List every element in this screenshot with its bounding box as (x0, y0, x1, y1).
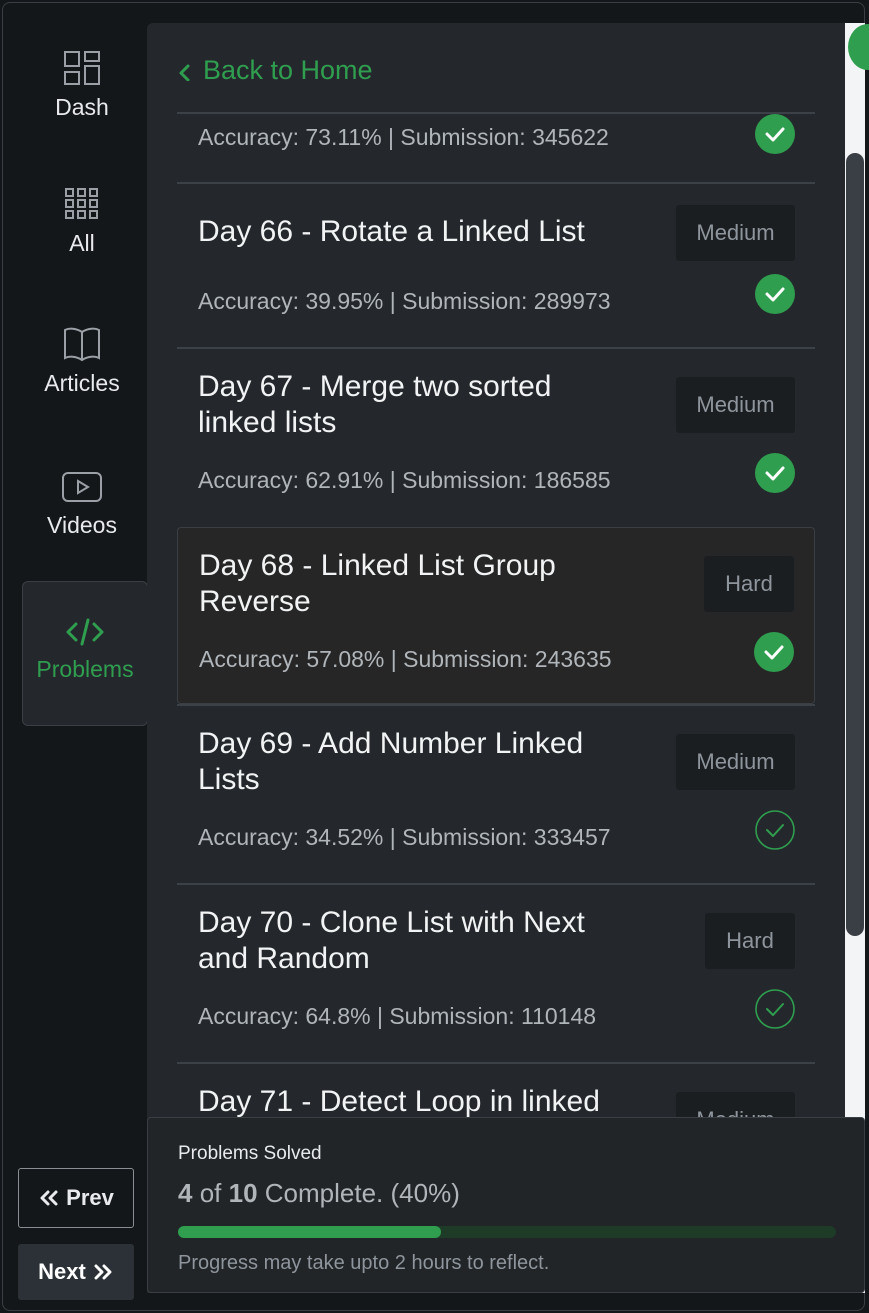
check-outline-icon (755, 810, 795, 850)
problem-title: Day 70 - Clone List with Next and Random (198, 906, 585, 975)
nav-dash-label: Dash (55, 94, 109, 120)
scrollbar-thumb[interactable] (846, 153, 864, 936)
problem-title: Day 67 - Merge two sorted linked lists (198, 370, 552, 439)
check-filled-icon (754, 632, 794, 672)
problem-item-active[interactable]: Day 68 - Linked List Group Reverse Hard … (177, 527, 815, 704)
problem-item[interactable]: Day 69 - Add Number Linked Lists Medium … (177, 706, 815, 883)
prev-button-label: Prev (66, 1185, 114, 1210)
progress-note: Progress may take upto 2 hours to reflec… (178, 1252, 550, 1274)
progress-card: Problems Solved 4 of 10 Complete. (40%) … (147, 1117, 865, 1293)
problem-title: Day 71 - Detect Loop in linked (198, 1085, 600, 1117)
progress-count: 4 of 10 Complete. (40%) (178, 1178, 460, 1209)
nav-articles-label: Articles (44, 370, 120, 396)
nav-articles[interactable]: Articles (18, 326, 146, 436)
double-chevron-right-icon (94, 1264, 112, 1280)
prev-button[interactable]: Prev (18, 1168, 134, 1228)
nav-videos[interactable]: Videos (18, 470, 146, 580)
problem-meta: Accuracy: 62.91% | Submission: 186585 (198, 467, 611, 493)
nav-all-label: All (69, 230, 95, 256)
double-chevron-left-icon (40, 1190, 58, 1206)
problem-meta: Accuracy: 39.95% | Submission: 289973 (198, 288, 611, 314)
total-count: 10 (228, 1178, 258, 1208)
problem-meta: Accuracy: 34.52% | Submission: 333457 (198, 824, 611, 850)
difficulty-badge: Medium (676, 205, 795, 261)
difficulty-badge: Medium (676, 734, 795, 790)
difficulty-badge: Medium (676, 1092, 795, 1117)
back-to-home-link[interactable]: Back to Home (177, 55, 373, 86)
difficulty-badge: Medium (676, 377, 795, 433)
progress-bar-fill (178, 1226, 442, 1238)
chevron-left-icon (179, 64, 190, 81)
progress-label: Problems Solved (178, 1143, 322, 1164)
book-icon (64, 327, 100, 362)
difficulty-badge: Hard (704, 556, 794, 612)
progress-bar (178, 1226, 836, 1238)
dashboard-icon (64, 51, 100, 85)
check-filled-icon (755, 274, 795, 314)
problem-item[interactable]: Day 70 - Clone List with Next and Random… (177, 885, 815, 1062)
check-outline-icon (755, 989, 795, 1029)
nav-videos-label: Videos (47, 512, 117, 538)
video-play-icon (62, 472, 102, 502)
nav-problems[interactable]: Problems (22, 581, 148, 726)
problem-title: Day 68 - Linked List Group Reverse (199, 549, 556, 618)
check-filled-icon (755, 114, 795, 154)
difficulty-badge: Hard (705, 913, 795, 969)
problem-meta: Accuracy: 57.08% | Submission: 243635 (199, 646, 612, 672)
nav-dash[interactable]: Dash (18, 50, 146, 160)
solved-count: 4 (178, 1178, 193, 1208)
next-button-label: Next (38, 1259, 86, 1284)
progress-of: of (199, 1178, 222, 1208)
grid-icon (65, 188, 98, 219)
problem-meta: Accuracy: 73.11% | Submission: 345622 (198, 124, 609, 150)
problem-item[interactable]: Day 66 - Rotate a Linked List Medium Acc… (177, 184, 815, 347)
back-link-label: Back to Home (203, 55, 373, 85)
problem-title: Day 66 - Rotate a Linked List (198, 215, 585, 248)
problem-item[interactable]: Day 71 - Detect Loop in linked Medium (177, 1064, 815, 1117)
problem-title: Day 69 - Add Number Linked Lists (198, 727, 584, 796)
nav-problems-label: Problems (36, 656, 134, 682)
nav-all[interactable]: All (18, 186, 146, 296)
code-icon (66, 618, 104, 646)
problem-meta: Accuracy: 64.8% | Submission: 110148 (198, 1003, 597, 1029)
problem-item-partial[interactable]: Accuracy: 73.11% | Submission: 345622 (177, 114, 815, 182)
complete-text: Complete. (40%) (264, 1178, 460, 1208)
check-filled-icon (755, 453, 795, 493)
next-button[interactable]: Next (18, 1244, 134, 1300)
problem-item[interactable]: Day 67 - Merge two sorted linked lists M… (177, 349, 815, 526)
